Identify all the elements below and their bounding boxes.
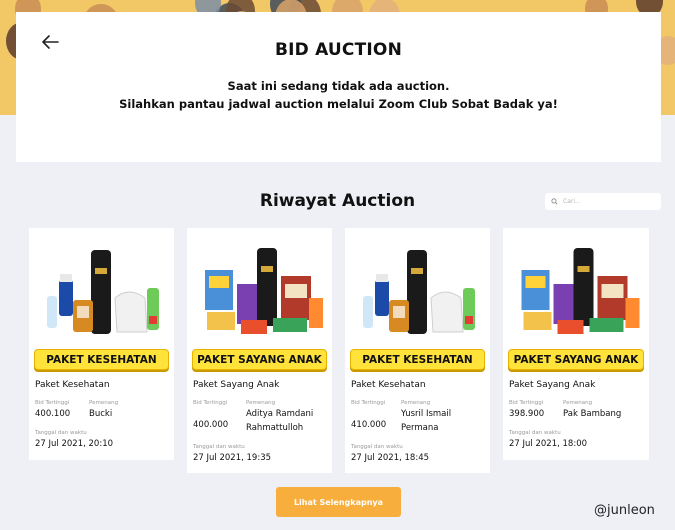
bid-label: Bid Tertinggi bbox=[35, 400, 70, 406]
watermark: @junleon bbox=[594, 503, 655, 518]
product-name: Paket Kesehatan bbox=[351, 380, 426, 390]
product-name: Paket Sayang Anak bbox=[193, 380, 280, 390]
highest-bid: 398.900 bbox=[509, 409, 545, 419]
winner-label: Pemenang bbox=[246, 400, 276, 406]
no-auction-message: Saat ini sedang tidak ada auction. bbox=[227, 79, 450, 93]
product-image: PAKET SAYANG ANAK bbox=[503, 228, 649, 373]
winner-name: Aditya Ramdani Rahmattulloh bbox=[246, 409, 314, 433]
product-banner: PAKET SAYANG ANAK bbox=[192, 349, 327, 370]
auction-date: 27 Jul 2021, 19:35 bbox=[193, 453, 272, 463]
date-label: Tanggal dan waktu bbox=[509, 430, 561, 436]
bid-label: Bid Tertinggi bbox=[193, 400, 228, 406]
bid-auction-panel: BID AUCTION Saat ini sedang tidak ada au… bbox=[16, 12, 661, 162]
see-more-button[interactable]: Lihat Selengkapnya bbox=[276, 487, 401, 517]
highest-bid: 400.000 bbox=[193, 420, 229, 430]
date-label: Tanggal dan waktu bbox=[193, 444, 245, 450]
product-banner: PAKET KESEHATAN bbox=[34, 349, 169, 370]
date-label: Tanggal dan waktu bbox=[351, 444, 403, 450]
search-input[interactable] bbox=[563, 198, 658, 205]
product-banner: PAKET SAYANG ANAK bbox=[508, 349, 644, 370]
search-icon bbox=[551, 198, 558, 205]
bid-label: Bid Tertinggi bbox=[351, 400, 386, 406]
schedule-message: Silahkan pantau jadwal auction melalui Z… bbox=[119, 97, 558, 111]
winner-name: Yusril Ismail Permana bbox=[401, 409, 452, 433]
winner-name: Pak Bambang bbox=[563, 409, 622, 419]
date-label: Tanggal dan waktu bbox=[35, 430, 87, 436]
product-image: PAKET SAYANG ANAK bbox=[187, 228, 332, 373]
auction-date: 27 Jul 2021, 20:10 bbox=[35, 439, 114, 449]
winner-label: Pemenang bbox=[563, 400, 593, 406]
auction-card[interactable]: PAKET KESEHATAN Paket Kesehatan Bid Tert… bbox=[345, 228, 490, 473]
winner-name: Bucki bbox=[89, 409, 113, 419]
highest-bid: 400.100 bbox=[35, 409, 71, 419]
product-image: PAKET KESEHATAN bbox=[29, 228, 174, 373]
product-banner: PAKET KESEHATAN bbox=[350, 349, 485, 370]
auction-date: 27 Jul 2021, 18:45 bbox=[351, 453, 430, 463]
page-title: BID AUCTION bbox=[274, 40, 403, 60]
bid-label: Bid Tertinggi bbox=[509, 400, 544, 406]
auction-card[interactable]: PAKET SAYANG ANAK Paket Sayang Anak Bid … bbox=[187, 228, 332, 473]
winner-label: Pemenang bbox=[89, 400, 119, 406]
product-image: PAKET KESEHATAN bbox=[345, 228, 490, 373]
auction-card[interactable]: PAKET KESEHATAN Paket Kesehatan Bid Tert… bbox=[29, 228, 174, 460]
auction-date: 27 Jul 2021, 18:00 bbox=[509, 439, 588, 449]
winner-label: Pemenang bbox=[401, 400, 431, 406]
search-box[interactable] bbox=[545, 193, 661, 210]
product-name: Paket Kesehatan bbox=[35, 380, 110, 390]
auction-card[interactable]: PAKET SAYANG ANAK Paket Sayang Anak Bid … bbox=[503, 228, 649, 460]
highest-bid: 410.000 bbox=[351, 420, 387, 430]
product-name: Paket Sayang Anak bbox=[509, 380, 596, 390]
